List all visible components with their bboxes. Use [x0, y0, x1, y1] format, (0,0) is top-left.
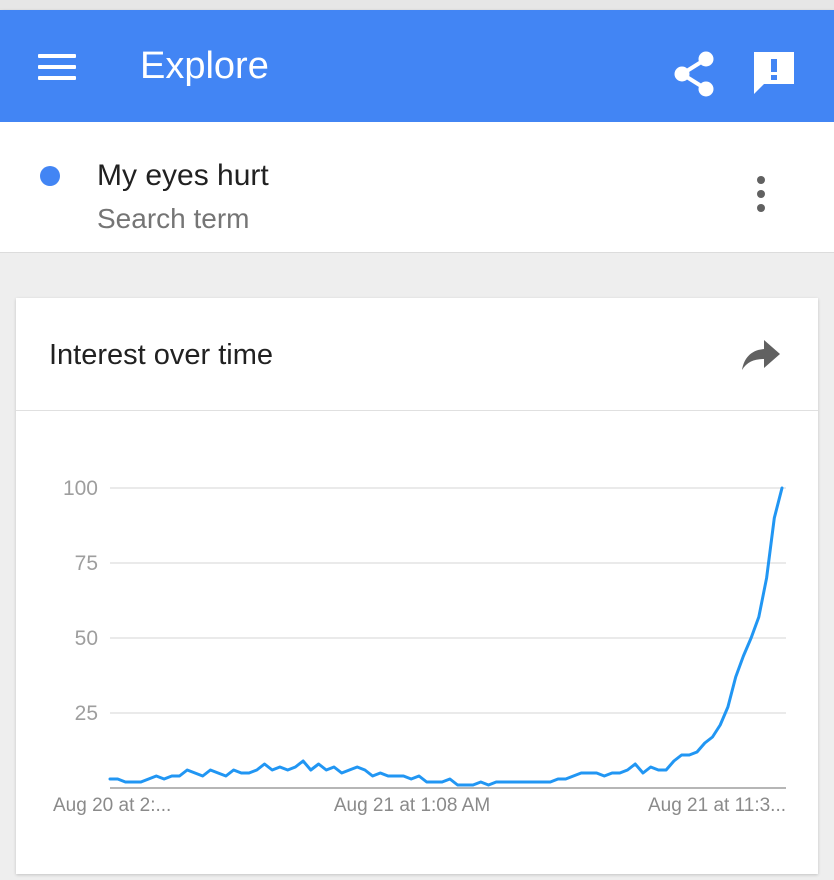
app-bar: Explore	[0, 10, 834, 122]
chart-series	[108, 486, 784, 787]
search-term-name: My eyes hurt	[97, 159, 269, 192]
more-vert-icon[interactable]	[748, 174, 774, 214]
series-color-dot	[40, 166, 60, 186]
feedback-icon[interactable]	[750, 48, 798, 98]
chart-gridlines	[110, 487, 786, 714]
y-tick-label: 25	[75, 702, 98, 725]
x-tick-label: Aug 20 at 2:...	[53, 795, 171, 816]
app-title: Explore	[140, 45, 269, 87]
y-tick-label: 75	[75, 552, 98, 575]
x-tick-label: Aug 21 at 1:08 AM	[334, 795, 490, 816]
y-tick-label: 50	[75, 627, 98, 650]
y-axis-ticks: 25 50 75 100	[63, 477, 98, 725]
search-term-panel[interactable]: My eyes hurt Search term	[0, 122, 834, 253]
search-term-type: Search term	[97, 203, 250, 234]
y-tick-label: 100	[63, 477, 98, 500]
interest-over-time-card: Interest over time 25 50 75 100 Aug 20 at 2…	[16, 298, 818, 874]
status-bar-edge	[0, 0, 834, 10]
interest-line-chart: 25 50 75 100 Aug 20 at 2:... Aug 21 at 1:08 …	[53, 477, 786, 816]
hamburger-menu-icon[interactable]	[38, 54, 76, 80]
x-tick-label: Aug 21 at 11:3...	[648, 795, 786, 816]
series-line-0	[108, 486, 784, 787]
share-icon[interactable]	[672, 50, 716, 98]
x-axis-ticks: Aug 20 at 2:... Aug 21 at 1:08 AM Aug 21 a…	[53, 795, 786, 816]
